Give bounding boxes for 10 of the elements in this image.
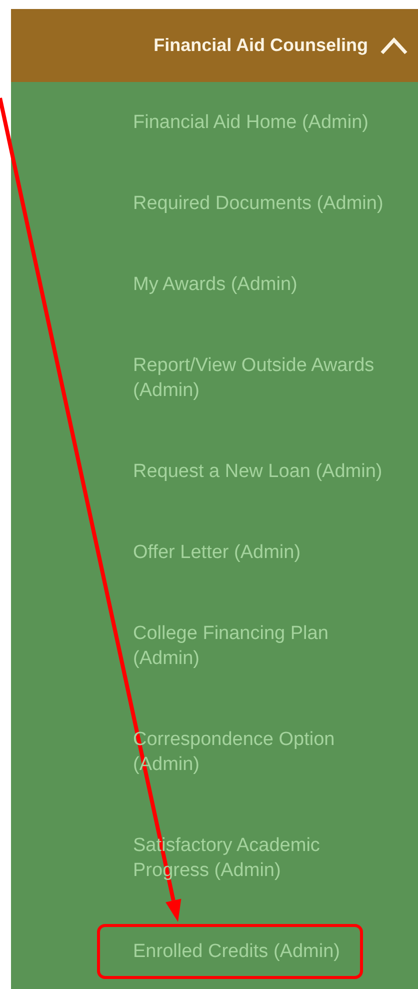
section-header[interactable]: Financial Aid Counseling — [11, 9, 418, 82]
menu-link[interactable]: Offer Letter (Admin) — [97, 525, 324, 580]
menu-link[interactable]: Financial Aid Home (Admin) — [97, 95, 392, 150]
menu-link[interactable]: Required Documents (Admin) — [97, 176, 406, 231]
menu-link[interactable]: Report/View Outside Awards (Admin) — [97, 338, 398, 418]
menu-link[interactable]: Request a New Loan (Admin) — [97, 444, 406, 499]
chevron-up-icon — [380, 36, 408, 54]
menu-link[interactable]: Enrolled Credits (Admin) — [97, 924, 363, 979]
menu-link[interactable]: College Financing Plan (Admin) — [97, 606, 352, 686]
menu-link[interactable]: My Awards (Admin) — [97, 257, 320, 312]
